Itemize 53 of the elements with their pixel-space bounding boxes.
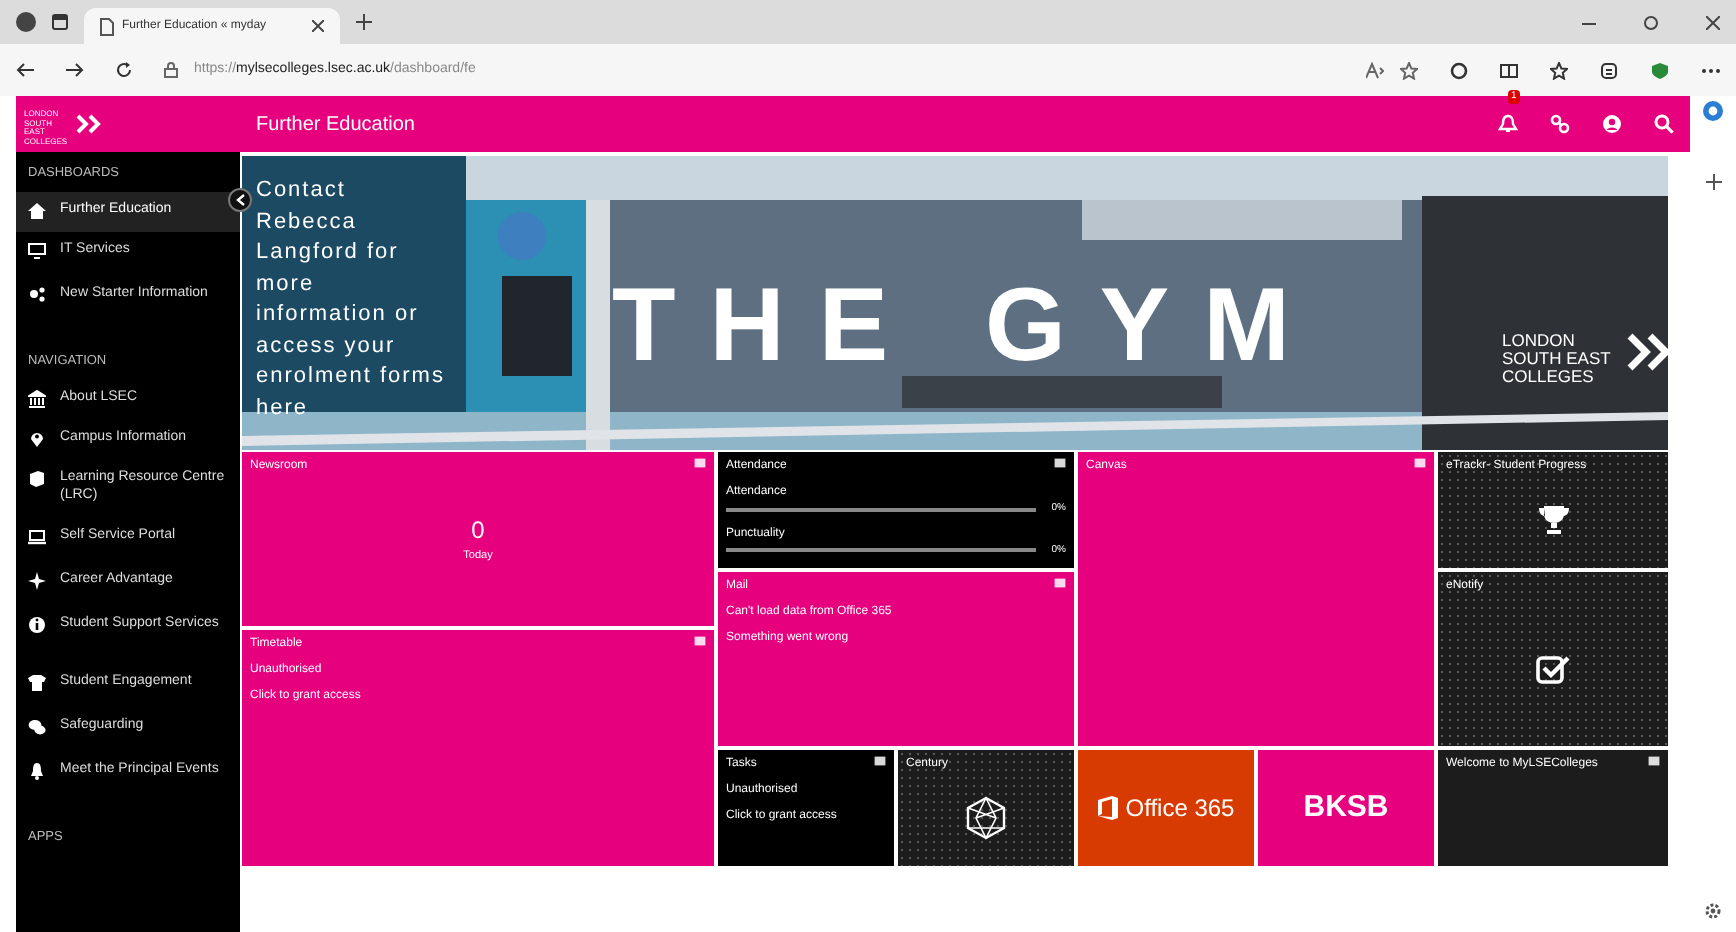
shield-icon[interactable] xyxy=(1650,61,1670,79)
split-screen-icon[interactable] xyxy=(1500,61,1518,79)
tab-actions-icon[interactable] xyxy=(52,14,68,30)
bell-icon xyxy=(28,759,46,779)
office-logo-icon xyxy=(1097,796,1118,820)
favorite-icon[interactable] xyxy=(1400,61,1418,79)
forward-icon[interactable] xyxy=(66,62,84,78)
banner-headline: THE GYM xyxy=(612,266,1324,388)
back-icon[interactable] xyxy=(16,62,34,78)
monitor-icon xyxy=(28,239,46,260)
tile-background[interactable]: Office 365 xyxy=(1078,750,1254,866)
shirt-icon xyxy=(28,671,46,691)
trophy-icon xyxy=(1537,503,1569,535)
hexagon-logo-icon xyxy=(966,795,1006,839)
new-tab-icon[interactable] xyxy=(356,14,372,30)
more-icon[interactable] xyxy=(1702,67,1720,73)
read-aloud-icon[interactable] xyxy=(1366,61,1384,79)
chevrons-icon xyxy=(76,114,104,134)
banner-caption: Contact Rebecca Langford for more information or access your enrolment forms here xyxy=(256,176,447,423)
search-icon[interactable] xyxy=(1654,114,1674,134)
maximize-icon[interactable] xyxy=(1644,15,1658,29)
page-title: Further Education xyxy=(256,111,415,139)
laptop-icon xyxy=(28,525,46,545)
settings-icon[interactable] xyxy=(1704,902,1722,920)
close-icon[interactable] xyxy=(312,20,324,32)
profile-icon[interactable] xyxy=(16,12,36,32)
bell-icon[interactable] xyxy=(1498,113,1518,134)
chat-icon xyxy=(28,715,46,735)
add-icon[interactable] xyxy=(1705,174,1721,190)
collections-icon[interactable] xyxy=(1600,61,1618,79)
home-icon xyxy=(28,199,46,220)
map-pin-icon xyxy=(28,427,46,447)
brand-name: Office 365 xyxy=(1125,792,1235,826)
user-icon[interactable] xyxy=(1602,114,1622,134)
chevron-left-icon xyxy=(235,194,245,206)
info-icon xyxy=(28,613,46,633)
lock-icon xyxy=(164,62,178,78)
copilot-icon[interactable] xyxy=(1702,100,1724,122)
tile-count: 0 xyxy=(469,514,487,548)
chevrons-icon xyxy=(1626,332,1674,372)
close-icon[interactable] xyxy=(1706,15,1720,29)
checkbox-icon xyxy=(1536,653,1570,683)
brand-name: BKSB xyxy=(1303,787,1389,828)
building-icon xyxy=(28,387,46,407)
network-icon xyxy=(28,283,46,304)
page-icon xyxy=(100,17,114,35)
favorites-icon[interactable] xyxy=(1550,61,1568,79)
star-icon xyxy=(28,569,46,589)
logo-text: LONDON SOUTH EAST COLLEGES xyxy=(1502,332,1613,386)
tile-background[interactable]: BKSB xyxy=(1258,750,1434,866)
extension-icon[interactable] xyxy=(1450,61,1468,79)
link-icon[interactable] xyxy=(1550,114,1570,134)
refresh-icon[interactable] xyxy=(116,62,132,78)
